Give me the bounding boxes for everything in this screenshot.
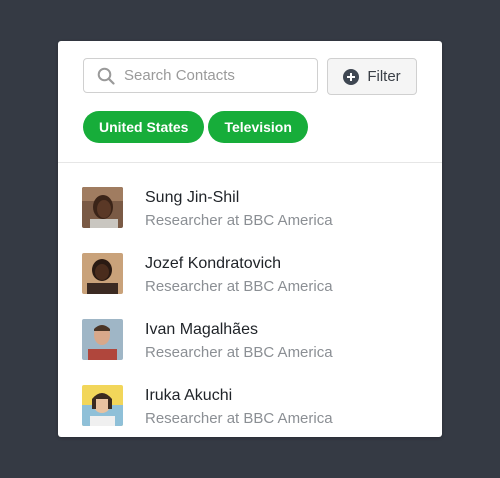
search-input[interactable] (124, 67, 304, 84)
plus-circle-icon (343, 68, 360, 85)
active-filter-tags: United States Television (83, 111, 312, 143)
search-filter-header: Filter United States Television (58, 41, 442, 163)
contact-name: Sung Jin-Shil (145, 189, 240, 206)
tag-united-states[interactable]: United States (83, 111, 205, 143)
avatar (82, 253, 123, 294)
contact-role: Researcher at BBC America (145, 212, 333, 229)
filter-label: Filter (367, 68, 401, 85)
search-box[interactable] (83, 58, 318, 93)
tag-television[interactable]: Television (208, 111, 308, 143)
search-icon (97, 67, 115, 85)
contact-name: Ivan Magalhães (145, 321, 258, 338)
avatar (82, 319, 123, 360)
list-item[interactable]: Ivan Magalhães Researcher at BBC America (58, 319, 442, 385)
tag-label: Television (224, 119, 292, 135)
list-item[interactable]: Iruka Akuchi Researcher at BBC America (58, 385, 442, 437)
avatar (82, 385, 123, 426)
tag-label: United States (99, 119, 189, 135)
contact-list: Sung Jin-Shil Researcher at BBC America … (58, 163, 442, 437)
avatar (82, 187, 123, 228)
contact-name: Jozef Kondratovich (145, 255, 282, 272)
list-item[interactable]: Jozef Kondratovich Researcher at BBC Ame… (58, 253, 442, 319)
contact-name: Iruka Akuchi (145, 387, 233, 404)
contact-role: Researcher at BBC America (145, 344, 333, 361)
filter-button[interactable]: Filter (327, 58, 417, 95)
contact-role: Researcher at BBC America (145, 278, 333, 295)
contact-role: Researcher at BBC America (145, 410, 333, 427)
contacts-panel: Filter United States Television Sung Jin… (58, 41, 442, 437)
list-item[interactable]: Sung Jin-Shil Researcher at BBC America (58, 187, 442, 253)
